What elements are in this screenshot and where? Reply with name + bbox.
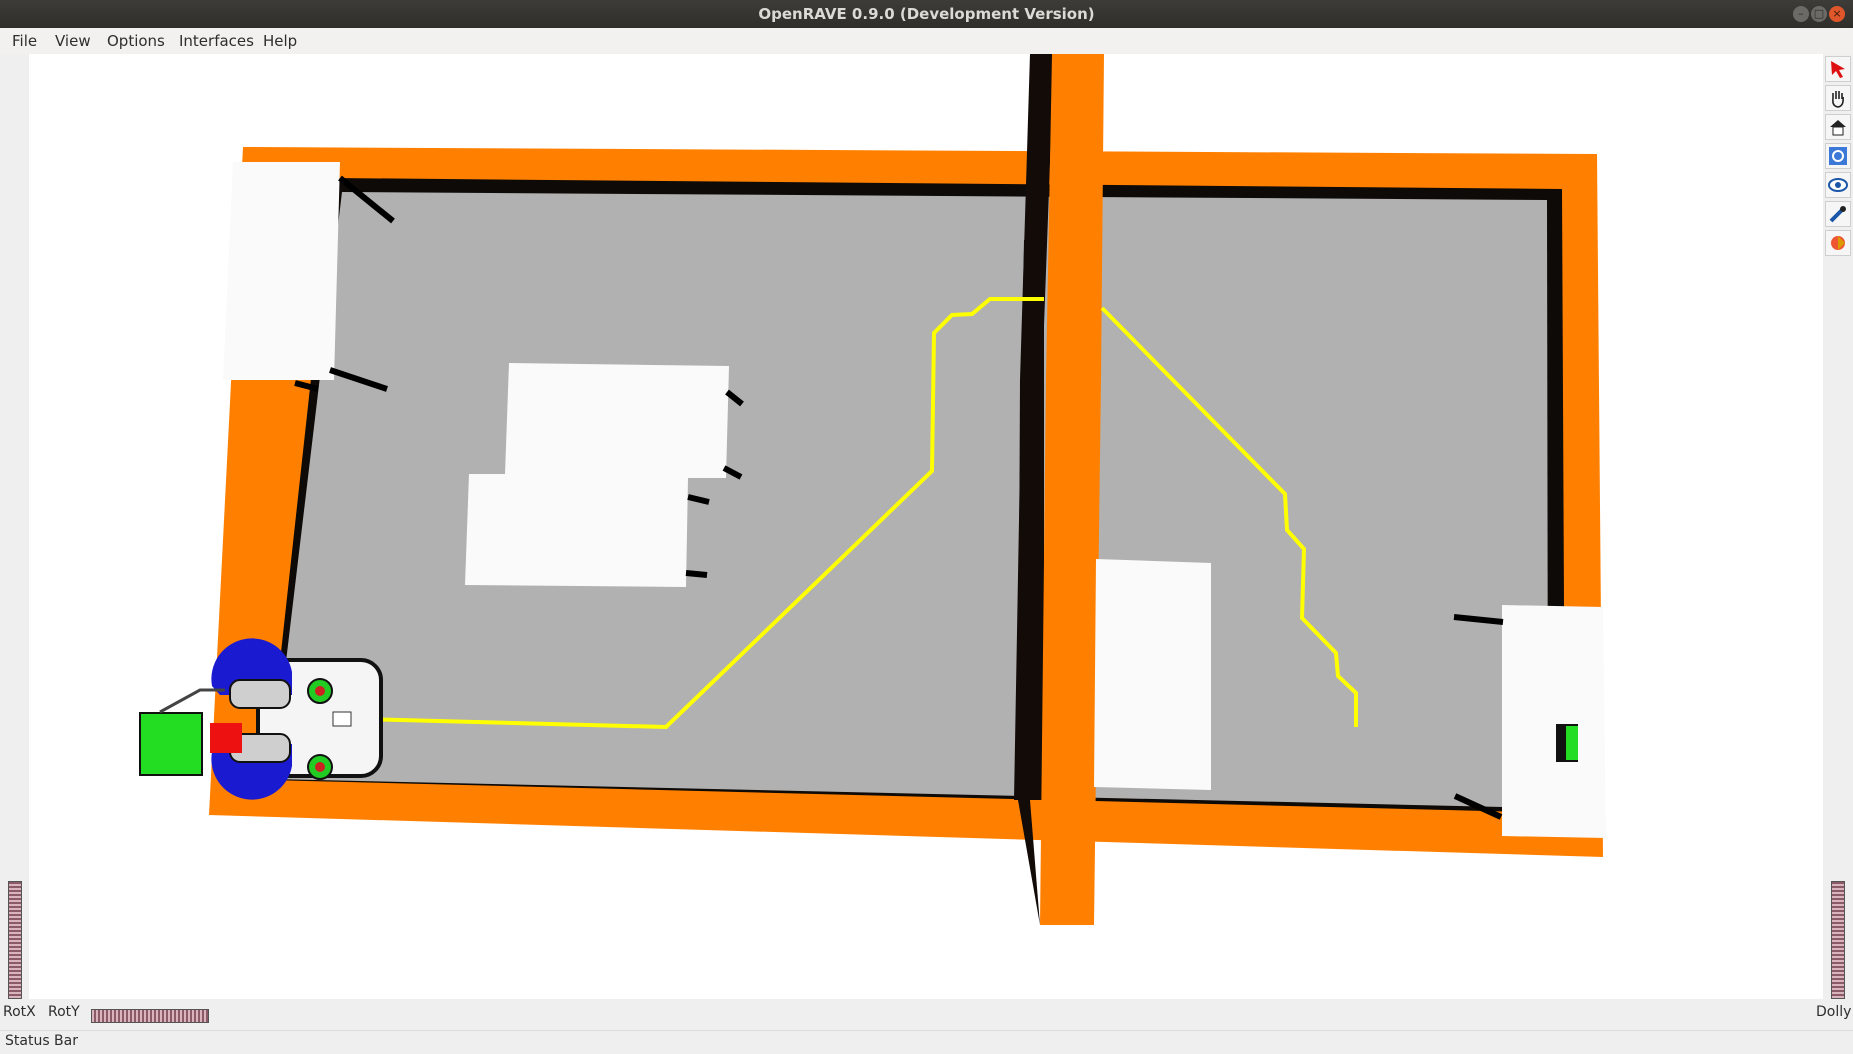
status-text: Status Bar	[5, 1033, 79, 1049]
3d-viewport[interactable]	[29, 54, 1823, 999]
scene-render	[139, 54, 1606, 925]
rotx-label: RotX	[3, 1004, 36, 1020]
close-icon[interactable]: ×	[1829, 6, 1845, 22]
pan-hand-icon[interactable]	[1825, 85, 1851, 111]
menu-file[interactable]: File	[12, 28, 37, 54]
menu-options[interactable]: Options	[107, 28, 165, 54]
window-title: OpenRAVE 0.9.0 (Development Version)	[758, 5, 1095, 23]
view-all-icon[interactable]	[1825, 172, 1851, 198]
menu-interfaces[interactable]: Interfaces	[179, 28, 254, 54]
minimize-icon[interactable]: –	[1793, 6, 1809, 22]
title-bar: OpenRAVE 0.9.0 (Development Version) – □…	[0, 0, 1853, 28]
home-view-icon[interactable]	[1825, 114, 1851, 140]
pick-tool-icon[interactable]	[1825, 201, 1851, 227]
roty-wheel[interactable]	[91, 1009, 209, 1023]
rotx-wheel[interactable]	[8, 881, 22, 999]
menu-view[interactable]: View	[55, 28, 91, 54]
left-panel	[0, 54, 29, 999]
select-arrow-icon[interactable]	[1825, 56, 1851, 82]
menu-bar: File View Options Interfaces Help	[0, 28, 1853, 54]
collision-icon[interactable]	[1825, 230, 1851, 256]
menu-help[interactable]: Help	[263, 28, 297, 54]
robot-model	[139, 638, 383, 800]
maximize-icon[interactable]: □	[1811, 6, 1827, 22]
dolly-wheel[interactable]	[1831, 881, 1845, 999]
roty-label: RotY	[48, 1004, 80, 1020]
dolly-label: Dolly	[1816, 1004, 1852, 1020]
seek-icon[interactable]	[1825, 143, 1851, 169]
status-bar: Status Bar	[0, 1030, 1853, 1054]
